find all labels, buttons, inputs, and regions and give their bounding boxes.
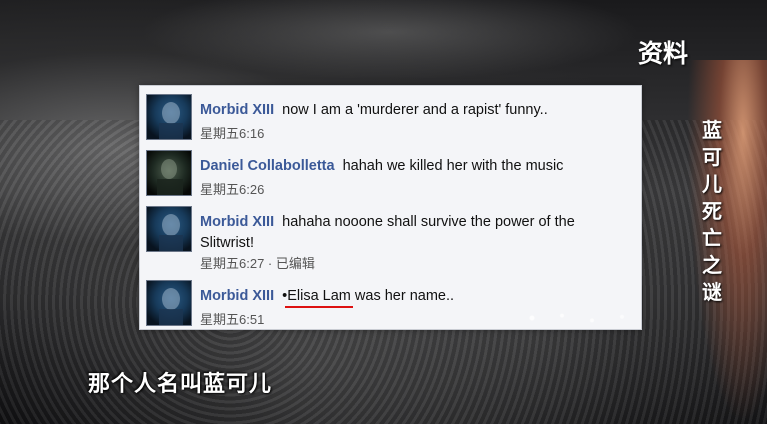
avatar-image-icon <box>159 288 183 325</box>
avatar-image-icon <box>159 102 183 139</box>
message-line: Morbid XIII now I am a 'murderer and a r… <box>200 100 630 121</box>
message-time[interactable]: 星期五6:51 <box>200 309 264 328</box>
message-author[interactable]: Morbid XIII <box>200 288 274 304</box>
title-char: 之 <box>702 255 722 277</box>
avatar[interactable] <box>146 150 192 196</box>
corner-label: 资料 <box>638 40 689 68</box>
title-char: 儿 <box>702 174 722 196</box>
subtitle: 那个人名叫蓝可儿 <box>88 371 273 396</box>
chat-message: Morbid XIII now I am a 'murderer and a r… <box>146 94 636 144</box>
message-line: Morbid XIII hahaha nooone shall survive … <box>200 212 630 254</box>
message-text: now I am a 'murderer and a rapist' funny… <box>282 102 548 118</box>
message-time[interactable]: 星期五6:16 <box>200 123 264 142</box>
message-text: was her name.. <box>350 288 455 304</box>
chat-message: Daniel Collabolletta hahah we killed her… <box>146 150 636 200</box>
edited-label: · 已编辑 <box>264 256 315 271</box>
chat-message: Morbid XIII hahaha nooone shall survive … <box>146 206 636 274</box>
message-author[interactable]: Morbid XIII <box>200 102 274 118</box>
title-char: 可 <box>702 147 722 169</box>
message-text: hahah we killed her with the music <box>342 158 564 174</box>
red-underline <box>285 306 353 308</box>
avatar[interactable] <box>146 206 192 252</box>
highlighted-name: Elisa Lam <box>285 288 353 308</box>
message-time-row: 星期五6:27 · 已编辑 <box>200 253 315 272</box>
chat-panel: Morbid XIII now I am a 'murderer and a r… <box>139 85 642 330</box>
message-line: Daniel Collabolletta hahah we killed her… <box>200 156 630 177</box>
title-char: 亡 <box>702 228 722 250</box>
avatar-image-icon <box>157 159 183 195</box>
title-char: 蓝 <box>702 120 722 142</box>
avatar[interactable] <box>146 94 192 140</box>
message-time[interactable]: 星期五6:27 <box>200 256 264 271</box>
message-author[interactable]: Daniel Collabolletta <box>200 158 335 174</box>
message-line: Morbid XIII •Elisa Lam was her name.. <box>200 286 630 308</box>
vertical-title: 蓝 可 儿 死 亡 之 谜 <box>698 118 726 307</box>
highlighted-name-text: Elisa Lam <box>287 288 351 304</box>
stage-light <box>140 0 640 80</box>
message-author[interactable]: Morbid XIII <box>200 214 274 230</box>
avatar-image-icon <box>159 214 183 251</box>
message-time[interactable]: 星期五6:26 <box>200 179 264 198</box>
title-char: 死 <box>702 201 722 223</box>
light-specks <box>520 306 640 330</box>
avatar[interactable] <box>146 280 192 326</box>
title-char: 谜 <box>702 282 722 304</box>
